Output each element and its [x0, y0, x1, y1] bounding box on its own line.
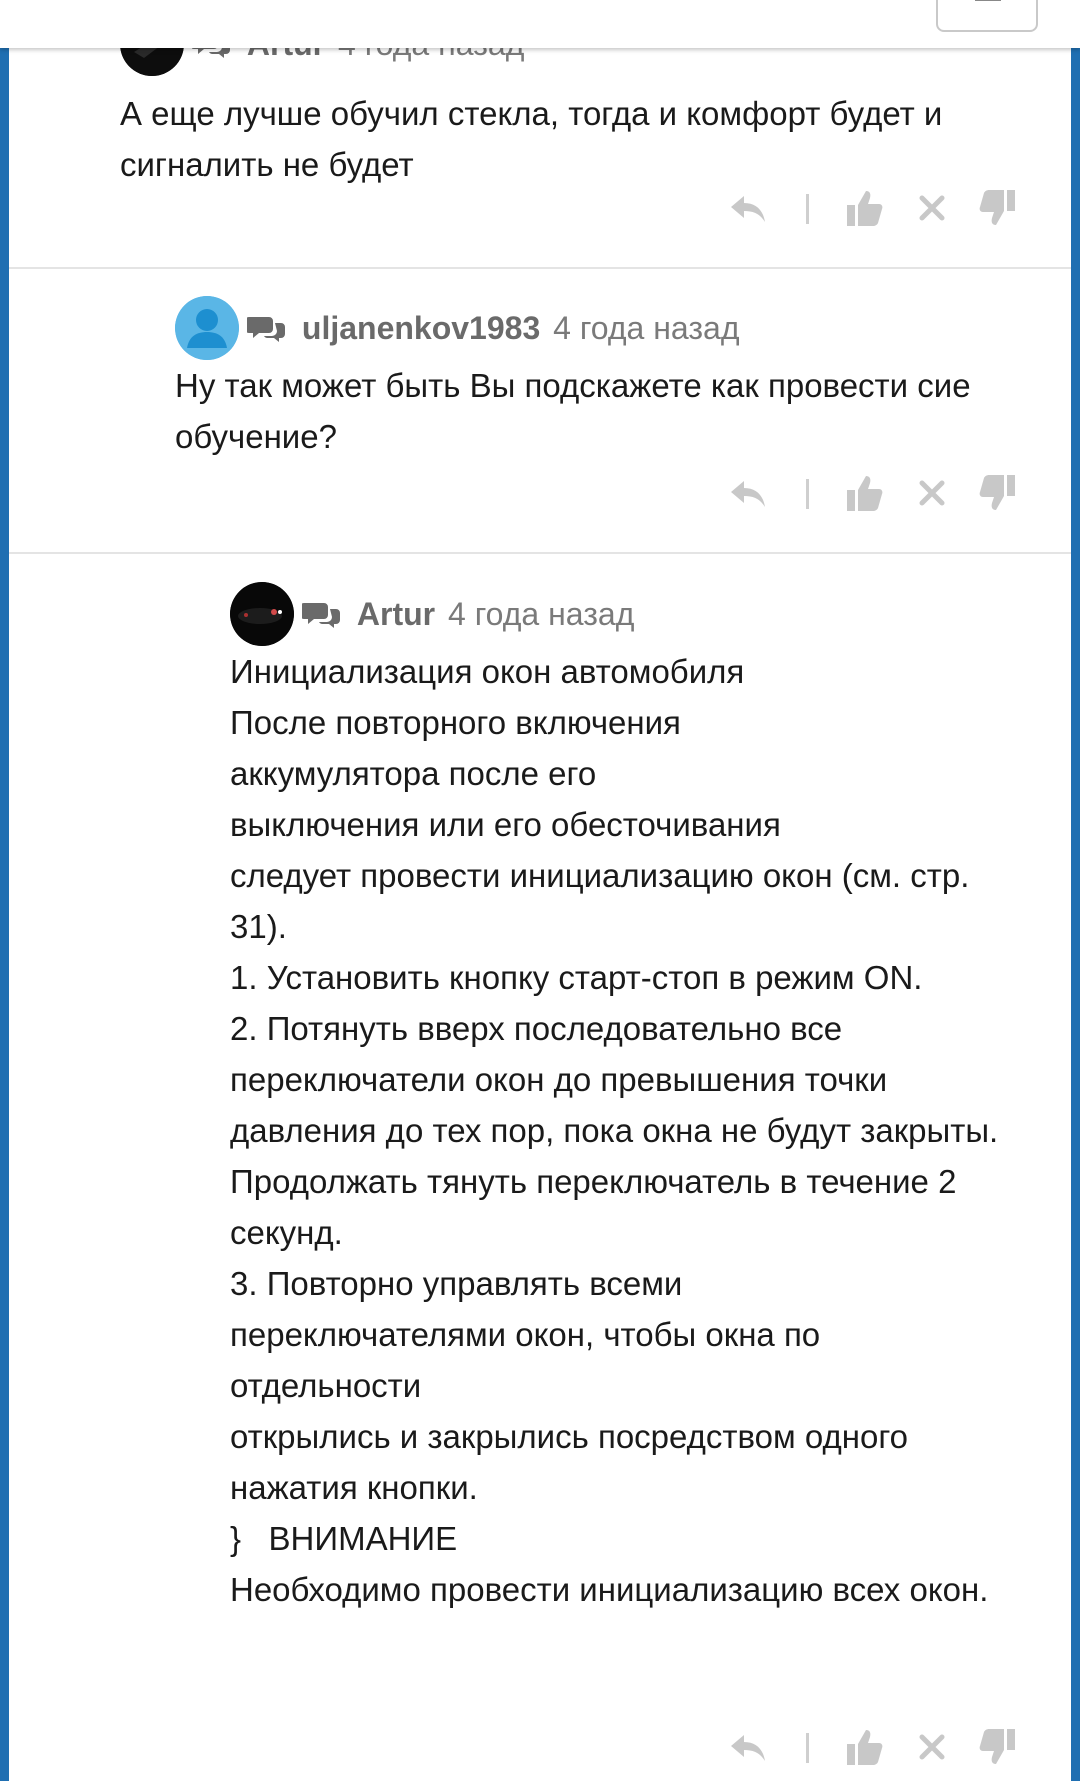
close-icon[interactable] — [916, 1727, 948, 1767]
comment-line: После повторного включения аккумулятора … — [230, 704, 781, 843]
hamburger-icon — [975, 0, 1001, 1]
comment-line: } ВНИМАНИЕ — [230, 1520, 458, 1557]
comment-line: Инициализация окон автомобиля — [230, 653, 745, 690]
comment-header: uljanenkov1983 4 года назад — [175, 296, 1025, 360]
avatar[interactable] — [230, 582, 294, 646]
comment-text: Инициализация окон автомобиля После повт… — [230, 646, 1020, 1615]
comment-author[interactable]: Artur — [357, 596, 435, 632]
comment-separator — [9, 552, 1071, 554]
thumbs-up-icon[interactable] — [846, 473, 884, 513]
reply-icon[interactable] — [728, 188, 768, 228]
comment-meta: Artur 4 года назад — [302, 596, 634, 632]
comment-actions — [728, 188, 1018, 228]
action-divider — [806, 194, 809, 224]
reply-icon[interactable] — [728, 473, 768, 513]
comment-separator — [9, 267, 1071, 269]
comment-actions — [728, 473, 1018, 513]
thumbs-up-icon[interactable] — [846, 1727, 884, 1767]
comment-line: следует провести инициализацию окон (см.… — [230, 857, 970, 894]
comment-line: Необходимо провести инициализацию всех о… — [230, 1571, 989, 1608]
comment-line: 2. Потянуть вверх последовательно все пе… — [230, 1010, 999, 1251]
avatar[interactable] — [175, 296, 239, 360]
comment-timestamp: 4 года назад — [553, 310, 740, 346]
comment-actions — [728, 1727, 1018, 1767]
action-divider — [806, 1733, 809, 1763]
close-icon[interactable] — [916, 473, 948, 513]
comment-meta: uljanenkov1983 4 года назад — [247, 310, 739, 346]
right-accent-bar — [1071, 0, 1080, 1781]
top-bar — [0, 0, 1080, 48]
comment-line: открылись и закрылись посредством одного… — [230, 1418, 909, 1506]
comment-3: Artur 4 года назад Инициализация окон ав… — [230, 582, 1020, 1615]
chat-bubbles-icon — [247, 317, 285, 342]
thumbs-down-icon[interactable] — [978, 1727, 1016, 1767]
comment-text: А еще лучше обучил стекла, тогда и комфо… — [120, 95, 952, 183]
reply-icon[interactable] — [728, 1727, 768, 1767]
comment-line: 1. Установить кнопку старт-стоп в режим … — [230, 959, 923, 996]
comment-text: Ну так может быть Вы подскажете как пров… — [175, 367, 980, 455]
chat-bubbles-icon — [302, 603, 340, 628]
comment-timestamp: 4 года назад — [448, 596, 635, 632]
left-accent-bar — [0, 0, 9, 1781]
comment-header: Artur 4 года назад — [230, 582, 1020, 646]
comment-2: uljanenkov1983 4 года назад Ну так может… — [175, 296, 1025, 462]
thumbs-down-icon[interactable] — [978, 188, 1016, 228]
comment-line: 31). — [230, 908, 287, 945]
thumbs-up-icon[interactable] — [846, 188, 884, 228]
close-icon[interactable] — [916, 188, 948, 228]
action-divider — [806, 479, 809, 509]
comment-line: 3. Повторно управлять всеми переключател… — [230, 1265, 821, 1404]
comment-author[interactable]: uljanenkov1983 — [302, 310, 540, 346]
hamburger-menu-button[interactable] — [936, 0, 1038, 32]
thumbs-down-icon[interactable] — [978, 473, 1016, 513]
